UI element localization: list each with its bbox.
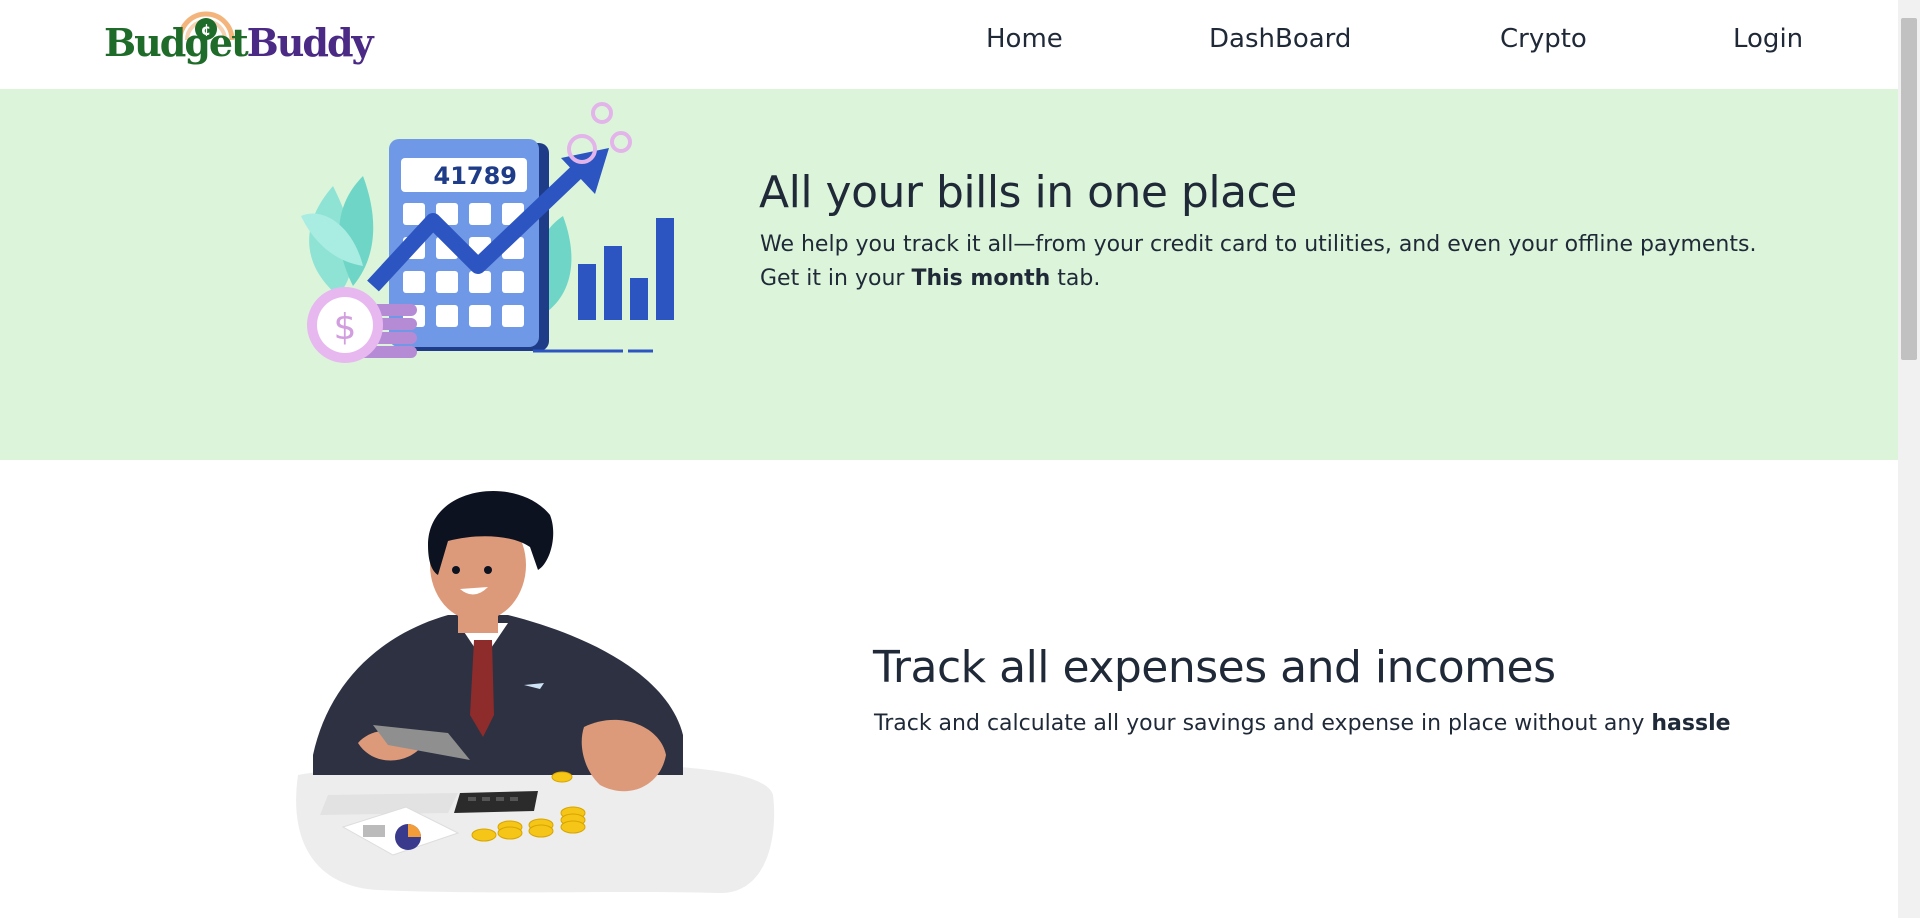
scrollbar-thumb[interactable] bbox=[1901, 18, 1917, 360]
hero-title: All your bills in one place bbox=[759, 167, 1297, 218]
nav-login-link[interactable]: Login bbox=[1733, 24, 1803, 54]
hero-description-line1: We help you track it all—from your credi… bbox=[760, 232, 1757, 257]
logo-text-buddy: Buddy bbox=[246, 20, 374, 65]
this-month-highlight: This month bbox=[911, 266, 1051, 291]
hero-line2-prefix: Get it in your bbox=[760, 266, 912, 291]
businessman-counting-coins-illustration bbox=[296, 491, 775, 894]
nav-crypto-link[interactable]: Crypto bbox=[1500, 24, 1587, 54]
top-navbar: ¢ BudgetBuddy Home DashBoard Crypto Logi… bbox=[0, 0, 1898, 90]
svg-text:$: $ bbox=[334, 307, 357, 348]
budgetbuddy-logo[interactable]: ¢ BudgetBuddy bbox=[104, 11, 374, 66]
track-description-text: Track and calculate all your savings and… bbox=[874, 711, 1652, 736]
hero-description-line2: Get it in your This month tab. bbox=[760, 262, 1756, 296]
track-title: Track all expenses and incomes bbox=[873, 642, 1556, 693]
hassle-highlight: hassle bbox=[1651, 711, 1731, 736]
logo-wordmark: BudgetBuddy bbox=[104, 20, 374, 65]
hero-description: We help you track it all—from your credi… bbox=[760, 228, 1756, 296]
track-description: Track and calculate all your savings and… bbox=[874, 708, 1731, 740]
logo-text-budget: Budget bbox=[104, 20, 249, 65]
calculator-display: 41789 bbox=[434, 162, 518, 190]
nav-dashboard-link[interactable]: DashBoard bbox=[1209, 24, 1351, 54]
bills-hero-section: 41789 $ All your bills in one place We h… bbox=[0, 89, 1898, 460]
nav-home-link[interactable]: Home bbox=[986, 24, 1063, 54]
calculator-growth-chart-illustration: 41789 $ bbox=[301, 102, 674, 363]
hero-line2-suffix: tab. bbox=[1050, 266, 1101, 291]
vertical-scrollbar[interactable] bbox=[1898, 0, 1920, 918]
